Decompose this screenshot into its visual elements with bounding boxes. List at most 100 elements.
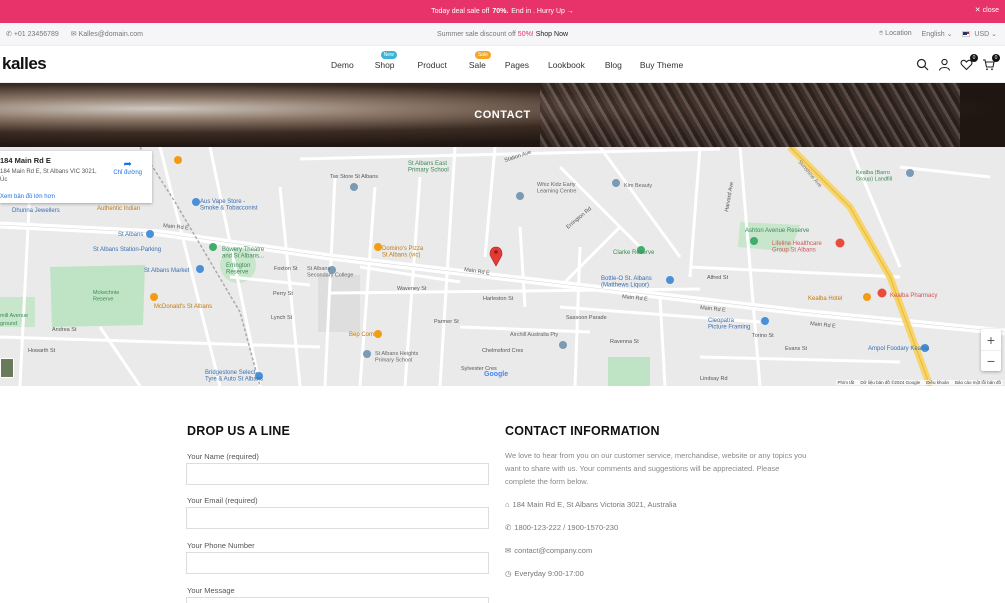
nav-item-sale[interactable]: Sale Sale	[468, 51, 491, 70]
map-label: Ravenna St	[610, 339, 639, 345]
nav-item-shop[interactable]: Shop New	[374, 51, 397, 70]
contact-email-row: ✉ contact@company.com	[505, 546, 592, 555]
shop-now-link[interactable]: Shop Now	[536, 31, 568, 38]
map-label: Errington Reserve	[226, 263, 250, 276]
map-label: St Albans	[118, 232, 143, 238]
map-label: Main Rd E	[810, 321, 836, 330]
map-label: Perry St	[273, 291, 293, 297]
promo-text-after: End in . Hurry Up	[511, 8, 565, 15]
map-main-road	[0, 221, 1005, 336]
map-label: Kealba Pharmacy	[890, 293, 937, 299]
wishlist-heart-icon[interactable]: 0	[960, 54, 978, 71]
phone-field[interactable]	[186, 552, 489, 574]
directions-label: Chỉ đường	[113, 170, 142, 176]
map-label: Tax Store St Albans	[330, 174, 378, 180]
map-zoom-control: + −	[981, 329, 1001, 371]
map-label: Waveney St	[397, 286, 427, 292]
cart-icon[interactable]: 0	[982, 54, 1000, 71]
map-data-credit: Dữ liệu bản đồ ©2024 Google	[860, 380, 921, 385]
map-terms-link[interactable]: Điều khoản	[926, 380, 949, 385]
map-info-card: 184 Main Rd E 184 Main Rd E, St Albans V…	[0, 151, 152, 203]
map-thumbnail-button[interactable]	[0, 358, 14, 378]
map-label: Andrea St	[52, 327, 77, 333]
cart-count: 0	[992, 54, 1000, 62]
sale-percent: 50%!	[517, 30, 534, 38]
main-nav: Demo Shop New Product Sale Sale Pages Look…	[331, 51, 683, 70]
google-map-embed[interactable]: Station Ave Sunshine Ave St Albans East P…	[0, 147, 1005, 386]
map-label: Ashton Avenue Reserve	[745, 228, 810, 234]
directions-icon: ➦	[123, 159, 132, 170]
map-report-link[interactable]: Báo cáo một lỗi bản đồ	[955, 380, 1001, 385]
map-label: Bep Com	[349, 332, 374, 338]
map-label: Lifeline Healthcare Group St Albans	[772, 241, 822, 254]
nav-label: Pages	[504, 60, 529, 70]
map-label: mill Avenue	[0, 313, 28, 319]
drop-us-a-line-heading: DROP US A LINE	[187, 424, 291, 438]
map-label: Torino St	[752, 333, 774, 339]
currency-selector[interactable]: USD ⌄	[962, 30, 997, 38]
map-place-address: 184 Main Rd E, St Albans VIC 3021, Úc	[0, 169, 97, 183]
nav-item-buy-theme[interactable]: Buy Theme	[640, 60, 683, 70]
contact-address: 184 Main Rd E, St Albans Victoria 3021, …	[512, 500, 677, 509]
google-logo: Google	[484, 371, 508, 378]
nav-label: Sale	[468, 60, 486, 70]
contact-section: DROP US A LINE Your Name (required) Your…	[0, 386, 1005, 603]
promo-close-label: close	[982, 6, 999, 14]
chevron-down-icon: ⌄	[946, 31, 953, 38]
message-label: Your Message	[187, 586, 235, 595]
email-label: Your Email (required)	[187, 496, 258, 505]
site-logo[interactable]: kalles	[2, 54, 47, 74]
location-selector[interactable]: ⌾ Location	[879, 30, 912, 38]
nav-item-demo[interactable]: Demo	[331, 60, 354, 70]
map-label: Clarke Reserve	[613, 250, 655, 256]
map-shortcuts-link[interactable]: Phím tắt	[838, 380, 855, 385]
zoom-out-button[interactable]: −	[981, 350, 1001, 371]
nav-label: Buy Theme	[639, 60, 684, 70]
nav-item-lookbook[interactable]: Lookbook	[548, 60, 585, 70]
directions-button[interactable]: ➦ Chỉ đường	[113, 159, 142, 176]
nav-label: Shop	[374, 60, 395, 70]
nav-item-pages[interactable]: Pages	[505, 60, 529, 70]
promo-text: Today deal sale off 70%. End in . Hurry …	[431, 8, 574, 15]
view-larger-map-link[interactable]: Xem bản đồ lớn hơn	[0, 194, 152, 200]
message-field[interactable]	[186, 597, 489, 603]
map-label: St Albans Station-Parking	[93, 247, 161, 253]
promo-close-button[interactable]: ✕ close	[975, 6, 999, 15]
map-label: Sassoon Parade	[566, 315, 607, 321]
map-park	[608, 357, 650, 386]
map-label: Airchill Australia Pty	[510, 332, 559, 338]
contact-email[interactable]: contact@company.com	[514, 546, 592, 555]
sale-text: Summer sale discount off	[436, 30, 516, 38]
zoom-in-button[interactable]: +	[981, 329, 1001, 350]
name-field[interactable]	[186, 463, 489, 485]
map-label: Chelmsford Cres	[482, 348, 524, 354]
nav-item-product[interactable]: Product	[418, 60, 447, 70]
chevron-down-icon: ⌄	[991, 31, 997, 38]
arrow-right-icon: →	[566, 8, 574, 15]
map-label: Domino's Pizza St Albans (vic)	[382, 246, 424, 259]
map-label: McDonald's St Albans	[154, 304, 212, 310]
phone-label: Your Phone Number	[187, 541, 255, 550]
nav-label: Blog	[604, 60, 622, 70]
map-label: Foxton St	[274, 266, 298, 272]
search-icon[interactable]	[916, 58, 929, 71]
map-label: Harleston St	[483, 296, 514, 302]
page-title: CONTACT	[474, 109, 531, 121]
map-label: Kealba (Barro Group) Landfill	[856, 170, 892, 183]
map-label: Harvard Ave	[724, 182, 735, 213]
contact-hero-banner: CONTACT	[0, 83, 1005, 147]
contact-phones: 1800-123-222 / 1900-1570-230	[514, 523, 619, 532]
email-field[interactable]	[186, 507, 489, 529]
map-label: Station Ave	[504, 150, 532, 164]
map-label: Lindsay Rd	[700, 376, 728, 382]
wishlist-count: 0	[970, 54, 978, 62]
location-marker-icon[interactable]	[489, 246, 503, 267]
nav-item-blog[interactable]: Blog	[605, 60, 622, 70]
contact-information-heading: CONTACT INFORMATION	[505, 424, 660, 438]
map-label: St Albans Secondary College	[307, 266, 353, 279]
language-selector[interactable]: English ⌄	[922, 30, 953, 38]
user-icon[interactable]	[938, 58, 951, 71]
info-bar: ✆ +01 23456789 ✉ Kalles@domain.com Summe…	[0, 23, 1005, 46]
home-icon: ⌂	[505, 500, 510, 509]
map-label: Aus Vape Store -Smoke & Tobacconist	[200, 199, 258, 212]
